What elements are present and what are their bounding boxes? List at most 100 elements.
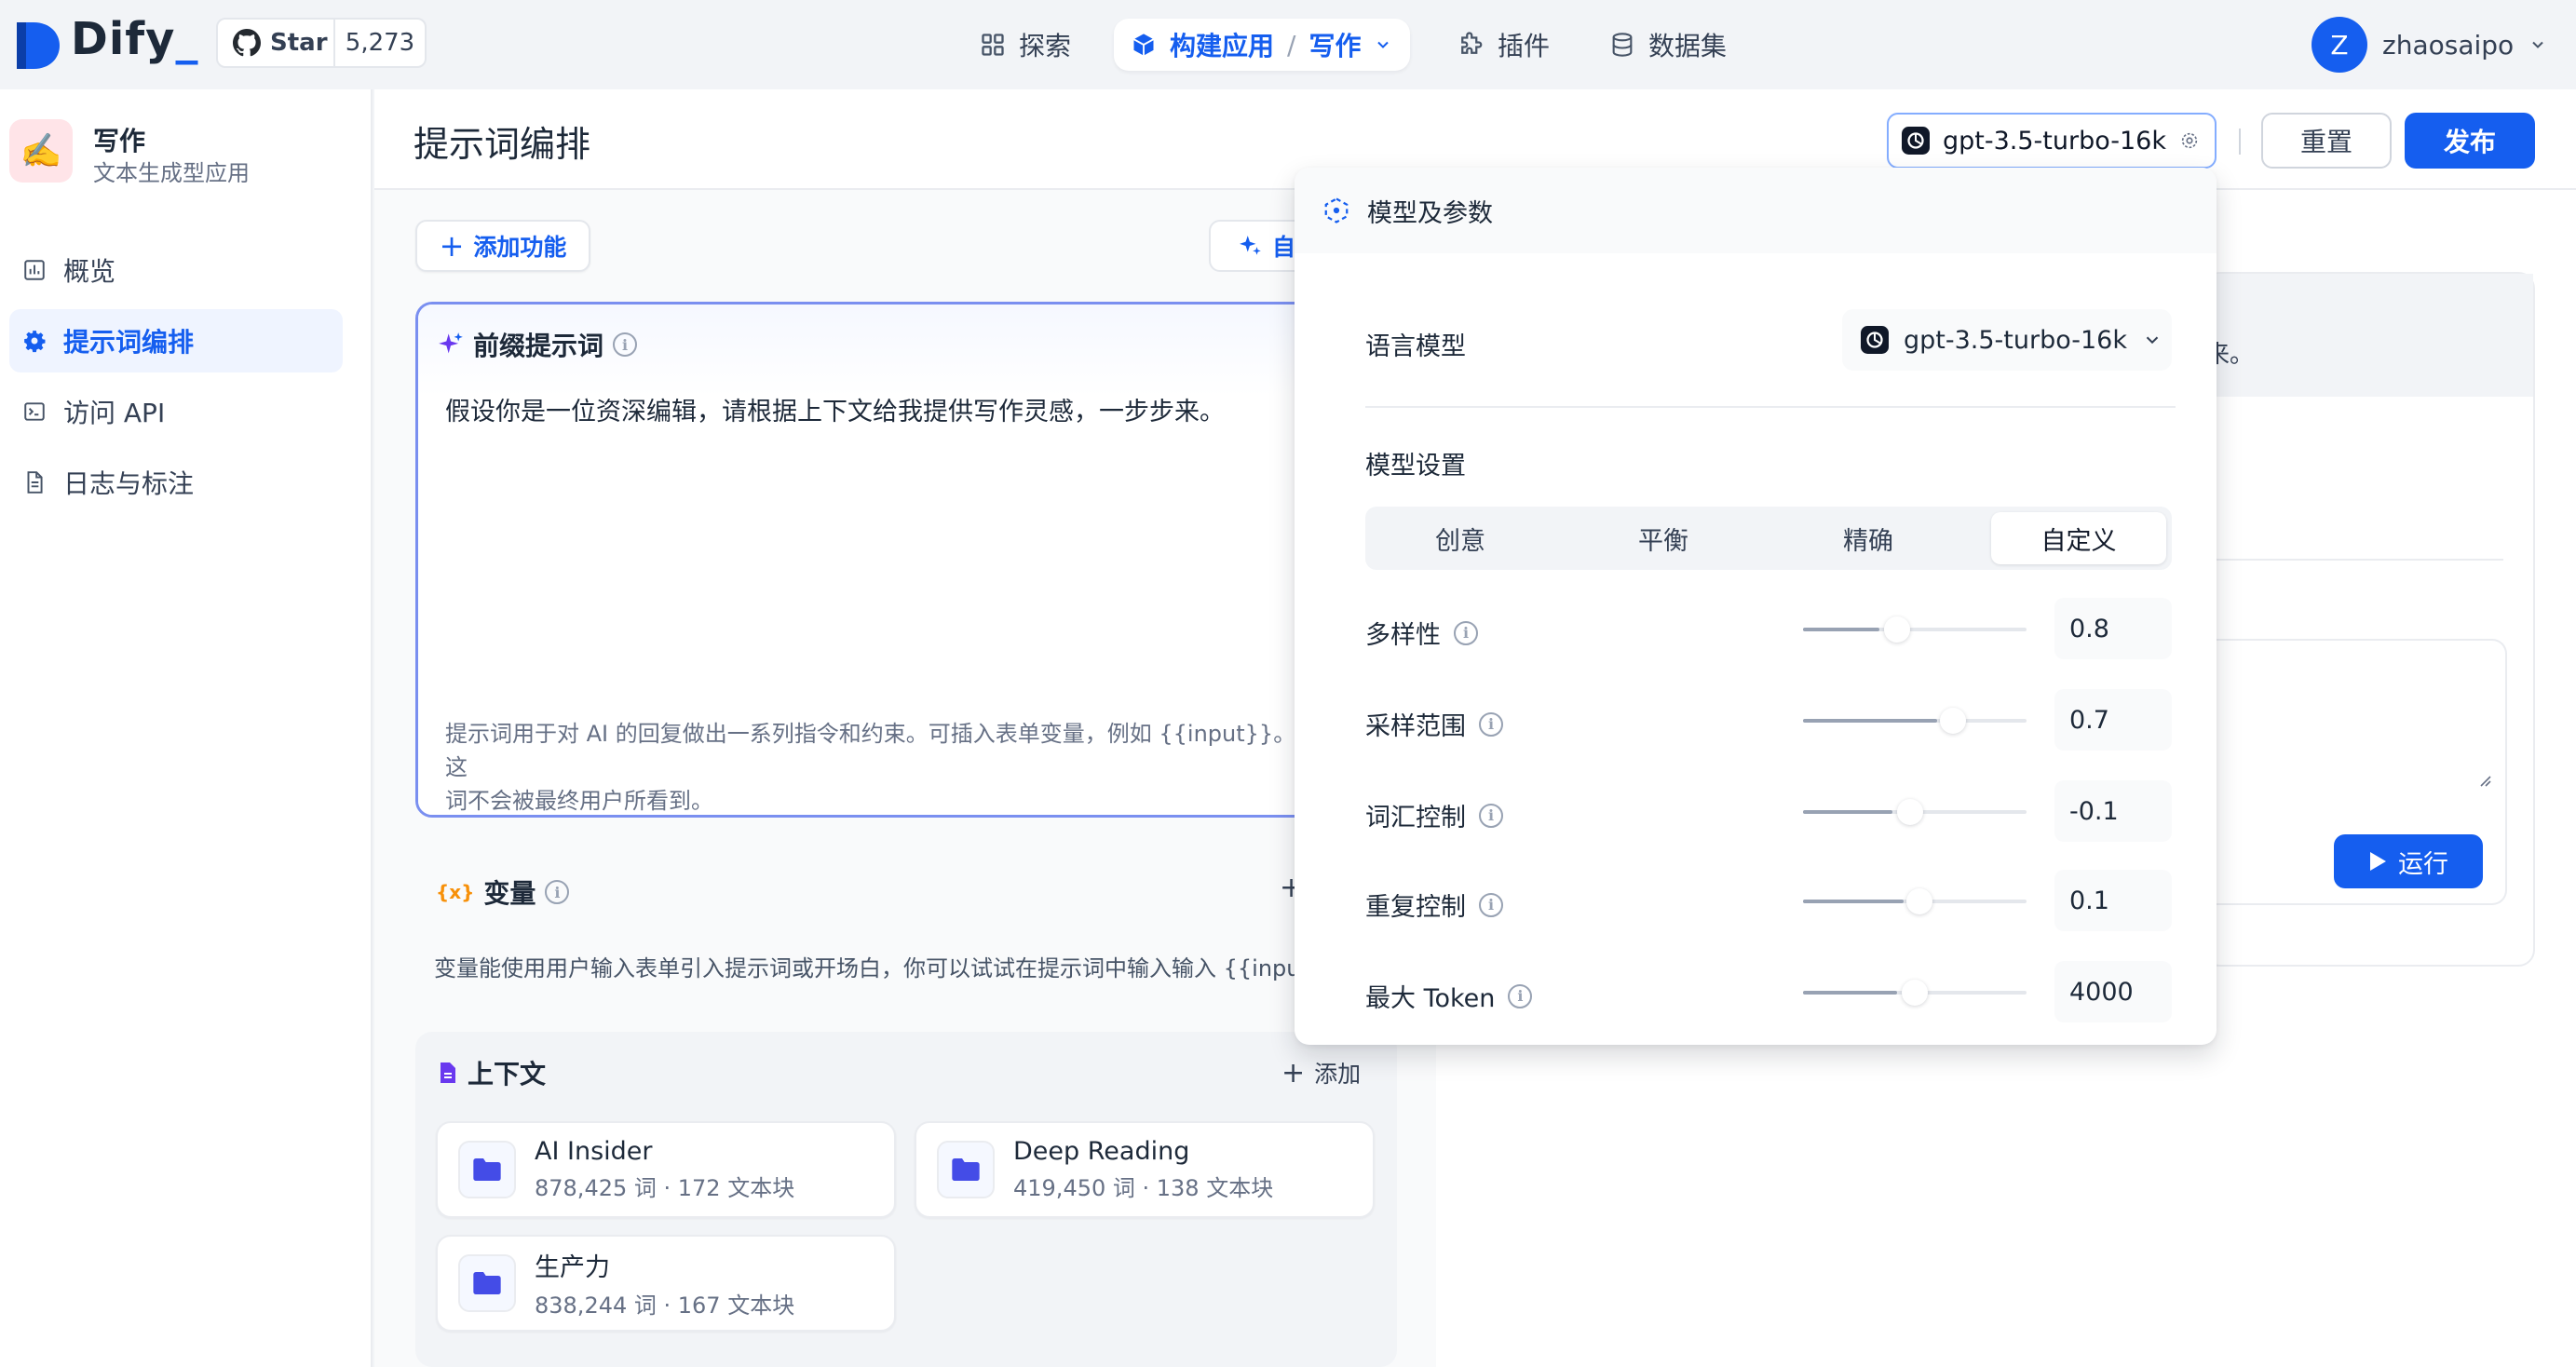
add-context-label: 添加: [1314, 1061, 1362, 1088]
param-name: 重复控制: [1365, 893, 1466, 922]
reset-button[interactable]: 重置: [2261, 113, 2392, 169]
param-label: 最大 Token i: [1365, 978, 1533, 1014]
nav-plugins-label: 插件: [1498, 31, 1551, 61]
nav-build-apps[interactable]: 构建应用 / 写作: [1114, 19, 1410, 71]
add-context-button[interactable]: + 添加: [1281, 1056, 1361, 1090]
prompt-title: 前缀提示词 i: [438, 326, 638, 363]
info-icon[interactable]: i: [1508, 983, 1533, 1008]
prompt-textarea[interactable]: 假设你是一位资深编辑，请根据上下文给我提供写作灵感，一步步来。: [445, 391, 1225, 427]
slider-thumb[interactable]: [1902, 980, 1928, 1006]
info-icon[interactable]: i: [545, 880, 570, 904]
chevron-down-icon[interactable]: [1374, 35, 1392, 54]
user-name[interactable]: zhaosaipo: [2382, 30, 2514, 61]
github-icon: [233, 29, 261, 57]
param-slider[interactable]: [1803, 708, 2027, 734]
dataset-info: Deep Reading 419,450 词 · 138 文本块: [1013, 1137, 1273, 1202]
chevron-down-icon[interactable]: [2529, 35, 2547, 54]
preset-precise[interactable]: 精确: [1781, 512, 1956, 564]
param-name: 多样性: [1365, 621, 1441, 650]
run-button[interactable]: 运行: [2334, 834, 2483, 888]
star-count[interactable]: 5,273: [335, 20, 425, 66]
slider-thumb[interactable]: [1939, 708, 1966, 734]
slider-fill: [1803, 719, 1937, 723]
sidebar-item-api[interactable]: 访问 API: [9, 380, 343, 443]
sparkle-icon: [439, 332, 463, 354]
dataset-card[interactable]: AI Insider 878,425 词 · 172 文本块: [436, 1121, 896, 1218]
dataset-info: AI Insider 878,425 词 · 172 文本块: [535, 1137, 794, 1202]
avatar[interactable]: Z: [2312, 17, 2367, 73]
param-name: 采样范围: [1365, 712, 1466, 741]
language-model-select[interactable]: gpt-3.5-turbo-16k: [1842, 309, 2172, 371]
nav-datasets[interactable]: 数据集: [1593, 19, 1743, 71]
param-value-input[interactable]: 4000: [2054, 961, 2172, 1022]
grid-icon: [982, 34, 1004, 56]
publish-button[interactable]: 发布: [2405, 113, 2535, 169]
param-slider[interactable]: [1803, 616, 2027, 643]
dataset-info: 生产力 838,244 词 · 167 文本块: [535, 1247, 794, 1320]
preset-custom[interactable]: 自定义: [1991, 512, 2166, 564]
param-row: 多样性 i 0.8: [1365, 598, 2172, 661]
play-icon: [2370, 852, 2386, 871]
param-label: 词汇控制 i: [1365, 797, 1503, 833]
add-feature-label: 添加功能: [473, 234, 567, 261]
slider-thumb[interactable]: [1883, 616, 1910, 643]
dify-logo-icon[interactable]: [13, 20, 61, 71]
nav-plugins[interactable]: 插件: [1440, 19, 1566, 71]
param-slider[interactable]: [1803, 888, 2027, 914]
brand-name[interactable]: Dify_: [71, 13, 198, 65]
sidebar-item-overview[interactable]: 概览: [9, 238, 343, 302]
param-value-input[interactable]: 0.8: [2054, 598, 2172, 659]
sidebar-item-label: 日志与标注: [63, 468, 195, 499]
plus-icon: +: [439, 228, 465, 264]
slider-fill: [1803, 628, 1879, 631]
app-icon: ✍️: [9, 119, 73, 183]
variables-title-label: 变量: [483, 878, 536, 909]
dataset-name: 生产力: [535, 1253, 610, 1282]
folder-icon: [458, 1254, 516, 1312]
nav-explore[interactable]: 探索: [963, 19, 1088, 71]
info-icon[interactable]: i: [1479, 711, 1503, 737]
slider-thumb[interactable]: [1905, 888, 1932, 914]
star-label: Star: [270, 29, 328, 57]
nav-datasets-label: 数据集: [1648, 31, 1728, 61]
sidebar-item-prompt-orchestration[interactable]: 提示词编排: [9, 309, 343, 372]
param-slider[interactable]: [1803, 799, 2027, 825]
model-selector-button[interactable]: gpt-3.5-turbo-16k: [1887, 113, 2217, 169]
info-icon[interactable]: i: [613, 332, 638, 357]
resize-handle-icon[interactable]: [2477, 773, 2492, 788]
nav-build-label: 构建应用: [1170, 31, 1275, 61]
info-icon[interactable]: i: [1454, 620, 1478, 645]
param-value-input[interactable]: 0.7: [2054, 689, 2172, 751]
nav-current-app[interactable]: 写作: [1308, 26, 1361, 63]
context-title: 上下文: [438, 1054, 546, 1091]
user-menu[interactable]: Z zhaosaipo: [2312, 17, 2547, 73]
slider-fill: [1803, 810, 1892, 814]
param-slider[interactable]: [1803, 980, 2027, 1006]
run-label: 运行: [2398, 849, 2448, 879]
add-feature-button[interactable]: + 添加功能: [415, 220, 590, 272]
plus-icon: +: [1281, 1056, 1306, 1090]
param-value-input[interactable]: 0.1: [2054, 870, 2172, 931]
dataset-card[interactable]: 生产力 838,244 词 · 167 文本块: [436, 1235, 896, 1332]
dataset-meta: 838,244 词 · 167 文本块: [535, 1293, 795, 1319]
sidebar-item-logs[interactable]: 日志与标注: [9, 451, 343, 514]
variables-description: 变量能使用用户输入表单引入提示词或开场白，你可以试试在提示词中输入输入 {{in…: [434, 955, 1338, 981]
dataset-name: Deep Reading: [1013, 1137, 1190, 1166]
chevron-down-icon: [2146, 336, 2159, 345]
language-model-label: 语言模型: [1365, 332, 1466, 361]
database-icon: [1612, 33, 1633, 57]
github-star-label[interactable]: Star: [218, 20, 335, 66]
preset-balanced[interactable]: 平衡: [1576, 512, 1751, 564]
slider-thumb[interactable]: [1897, 799, 1924, 825]
param-value-input[interactable]: -0.1: [2054, 780, 2172, 842]
slider-fill: [1803, 991, 1897, 995]
preset-creative[interactable]: 创意: [1373, 512, 1548, 564]
settings-icon[interactable]: [2179, 130, 2200, 151]
info-icon[interactable]: i: [1479, 803, 1503, 828]
dataset-card[interactable]: Deep Reading 419,450 词 · 138 文本块: [915, 1121, 1375, 1218]
github-star-button[interactable]: Star 5,273: [216, 18, 427, 68]
model-cube-icon: [1324, 197, 1349, 223]
info-icon[interactable]: i: [1479, 892, 1503, 917]
page-title: 提示词编排: [414, 124, 591, 165]
gear-icon: [24, 331, 46, 353]
